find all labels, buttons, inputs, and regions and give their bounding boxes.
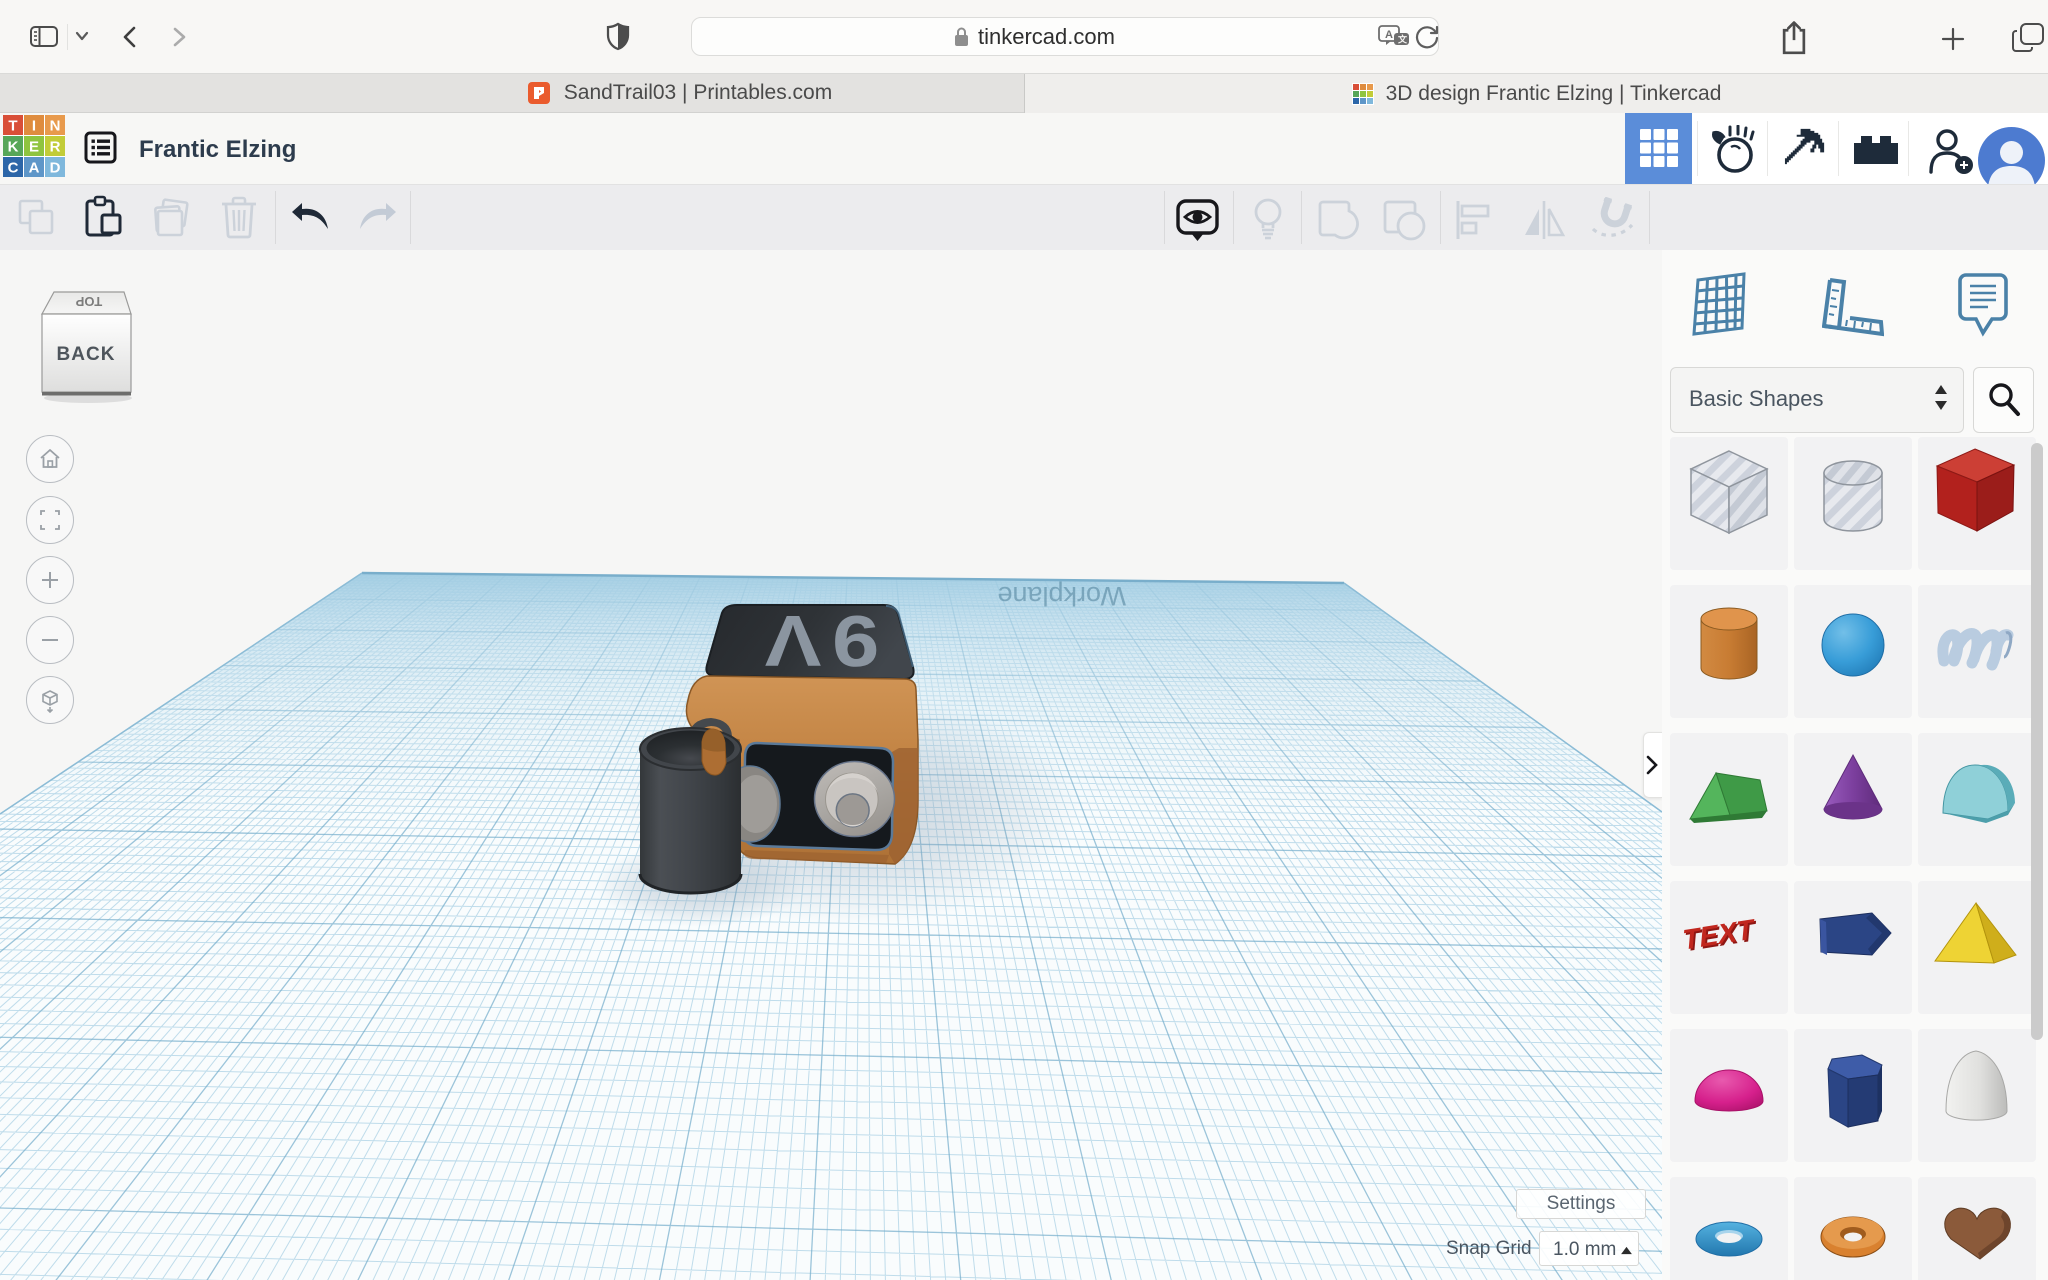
svg-text:C: C: [8, 160, 19, 177]
svg-text:I: I: [32, 118, 36, 135]
svg-text:文: 文: [1397, 34, 1408, 45]
svg-text:R: R: [50, 139, 61, 156]
svg-text:9V: 9V: [754, 600, 879, 680]
svg-text:Workplane: Workplane: [997, 581, 1126, 611]
svg-text:T: T: [8, 118, 17, 135]
svg-text:A: A: [1385, 29, 1393, 41]
svg-text:D: D: [50, 160, 61, 177]
svg-text:N: N: [50, 118, 61, 135]
svg-text:A: A: [29, 160, 40, 177]
svg-text:TOP: TOP: [75, 294, 102, 309]
svg-text:E: E: [29, 139, 39, 156]
svg-text:BACK: BACK: [57, 344, 116, 365]
svg-text:K: K: [8, 139, 19, 156]
svg-text:TEXT: TEXT: [1682, 913, 1756, 957]
